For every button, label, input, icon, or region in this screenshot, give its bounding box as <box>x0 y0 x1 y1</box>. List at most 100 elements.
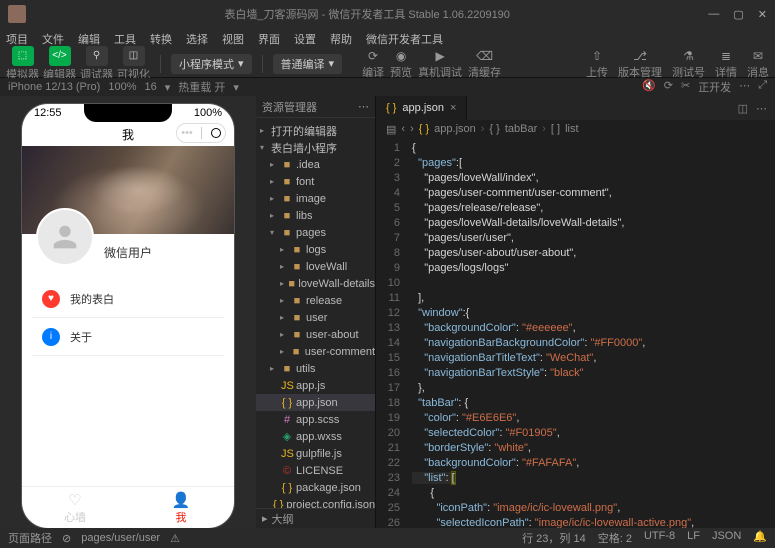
maximize-icon[interactable]: ▢ <box>733 8 743 21</box>
project-root[interactable]: ▾表白墙小程序 <box>256 139 375 156</box>
file-item[interactable]: #app.scss <box>256 411 375 428</box>
tab-wall[interactable]: ♡ 心墙 <box>22 487 128 528</box>
folder-item[interactable]: ▸■image <box>256 190 375 207</box>
menu-item[interactable]: 转换 <box>150 31 172 47</box>
close-tab-icon[interactable]: × <box>450 102 456 114</box>
eol[interactable]: LF <box>687 530 700 546</box>
compile-icon[interactable]: ⟳ <box>365 48 381 64</box>
tab-label: 我 <box>176 509 187 525</box>
cursor-pos[interactable]: 行 23，列 14 <box>522 530 586 546</box>
rotate-icon[interactable]: ⟳ <box>664 79 673 95</box>
list-item[interactable]: i 关于 <box>32 318 224 356</box>
gutter: 1 2 3 4 5 6 7 8 9 10 11 12 13 14 15 16 1… <box>376 138 406 528</box>
phone-time: 12:55 <box>34 107 62 119</box>
warning-icon[interactable]: ⚠ <box>170 532 180 545</box>
folder-item[interactable]: ▸■loveWall-details <box>256 275 375 292</box>
chevron-down-icon: ▾ <box>329 57 335 70</box>
preview-icon[interactable]: ◉ <box>393 48 409 64</box>
test-icon[interactable]: ⚗ <box>681 48 697 64</box>
list-item[interactable]: ♥ 我的表白 <box>32 280 224 318</box>
main: 12:55 100% 我 ••• 微信用户 ♥ 我的表白 i <box>0 96 775 528</box>
more-icon[interactable]: ⋯ <box>739 79 750 95</box>
folder-item[interactable]: ▸■logs <box>256 241 375 258</box>
username: 微信用户 <box>104 244 152 261</box>
code-content[interactable]: { "pages":[ "pages/loveWall/index", "pag… <box>406 138 775 528</box>
real-debug-icon[interactable]: ▶ <box>432 48 448 64</box>
language[interactable]: JSON <box>712 530 741 546</box>
menu-item[interactable]: 微信开发者工具 <box>366 31 443 47</box>
folder-item[interactable]: ▸■user-about <box>256 326 375 343</box>
zoom-level[interactable]: 100% <box>108 81 136 93</box>
debugger-button[interactable]: ⚲ <box>86 46 108 66</box>
visual-button[interactable]: ◫ <box>123 46 145 66</box>
menu-item[interactable]: 选择 <box>186 31 208 47</box>
device-name[interactable]: iPhone 12/13 (Pro) <box>8 81 100 93</box>
folder-item[interactable]: ▸■user <box>256 309 375 326</box>
close-icon[interactable]: ✕ <box>758 8 767 21</box>
file-item[interactable]: { }project.config.json <box>256 496 375 508</box>
editor-tab[interactable]: { } app.json × <box>376 96 467 120</box>
phone-battery: 100% <box>194 107 222 119</box>
compile-dropdown[interactable]: 普通编译▾ <box>273 54 343 74</box>
folder-item[interactable]: ▸■font <box>256 173 375 190</box>
window-controls: — ▢ ✕ <box>708 8 767 21</box>
expand-icon[interactable]: ⤢ <box>758 79 767 95</box>
open-editors[interactable]: ▸打开的编辑器 <box>256 122 375 139</box>
menu-item[interactable]: 设置 <box>294 31 316 47</box>
file-item[interactable]: ©LICENSE <box>256 462 375 479</box>
outline-section[interactable]: ▸大纲 <box>256 508 375 528</box>
hot-reload[interactable]: 热重载 开 <box>178 79 225 95</box>
simulator-button[interactable]: ⬚ <box>12 46 34 66</box>
tab-label: app.json <box>402 102 444 114</box>
file-item[interactable]: ◈app.wxss <box>256 428 375 445</box>
page-path-label[interactable]: 页面路径 <box>8 530 52 546</box>
split-icon[interactable]: ◫ <box>738 102 748 115</box>
mute-icon[interactable]: 🔇 <box>642 79 656 95</box>
toolbar: ⬚模拟器 </>编辑器 ⚲调试器 ◫可视化 小程序模式▾ 普通编译▾ ⟳编译 ◉… <box>0 50 775 78</box>
code-editor[interactable]: 1 2 3 4 5 6 7 8 9 10 11 12 13 14 15 16 1… <box>376 138 775 528</box>
detail-icon[interactable]: ≣ <box>718 48 734 64</box>
titlebar: 表白墙_刀客源码网 - 微信开发者工具 Stable 1.06.2209190 … <box>0 0 775 28</box>
breadcrumb[interactable]: ▤‹› { }app.json› { }tabBar› [ ]list <box>376 120 775 138</box>
file-item[interactable]: JSapp.js <box>256 377 375 394</box>
clear-cache-icon[interactable]: ⌫ <box>477 48 493 64</box>
explorer-title: 资源管理器 <box>262 99 317 115</box>
file-item[interactable]: { }package.json <box>256 479 375 496</box>
dev-mode-label[interactable]: 正开发 <box>698 79 731 95</box>
menu-dots-icon: ••• <box>181 127 193 139</box>
heart-icon: ♥ <box>42 290 60 308</box>
folder-item[interactable]: ▸■.idea <box>256 156 375 173</box>
more-icon[interactable]: ⋯ <box>756 102 767 115</box>
file-item[interactable]: { }app.json <box>256 394 375 411</box>
page-path[interactable]: pages/user/user <box>81 532 160 544</box>
file-item[interactable]: JSgulpfile.js <box>256 445 375 462</box>
avatar[interactable] <box>36 208 94 266</box>
minimize-icon[interactable]: — <box>708 8 719 21</box>
encoding[interactable]: UTF-8 <box>644 530 675 546</box>
bell-icon[interactable]: 🔔 <box>753 530 767 546</box>
message-icon[interactable]: ✉ <box>750 48 766 64</box>
simulator-panel: 12:55 100% 我 ••• 微信用户 ♥ 我的表白 i <box>0 96 256 528</box>
folder-item[interactable]: ▸■loveWall <box>256 258 375 275</box>
folder-item[interactable]: ▸■release <box>256 292 375 309</box>
menu-item[interactable]: 界面 <box>258 31 280 47</box>
editor-button[interactable]: </> <box>49 46 71 66</box>
indent[interactable]: 空格: 2 <box>598 530 632 546</box>
capsule-button[interactable]: ••• <box>176 123 226 143</box>
version-icon[interactable]: ⎇ <box>632 48 648 64</box>
mode-dropdown[interactable]: 小程序模式▾ <box>171 54 252 74</box>
folder-item[interactable]: ▸■user-comment <box>256 343 375 360</box>
tab-me[interactable]: 👤 我 <box>128 487 234 528</box>
explorer-panel: 资源管理器 ⋯ ▸打开的编辑器 ▾表白墙小程序 ▸■.idea▸■font▸■i… <box>256 96 376 528</box>
menu-item[interactable]: 视图 <box>222 31 244 47</box>
folder-item[interactable]: ▸■utils <box>256 360 375 377</box>
upload-icon[interactable]: ⇧ <box>589 48 605 64</box>
app-logo <box>8 5 26 23</box>
folder-item[interactable]: ▸■libs <box>256 207 375 224</box>
json-icon: { } <box>386 102 396 114</box>
cut-icon[interactable]: ✂ <box>681 79 690 95</box>
menu-item[interactable]: 帮助 <box>330 31 352 47</box>
folder-item[interactable]: ▾■pages <box>256 224 375 241</box>
notch <box>84 104 172 122</box>
more-icon[interactable]: ⋯ <box>358 100 369 113</box>
